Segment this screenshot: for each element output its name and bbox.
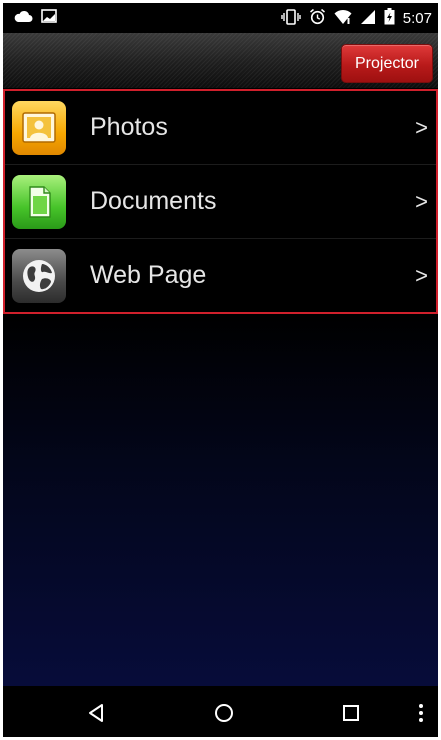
globe-icon <box>12 248 66 303</box>
chevron-right-icon: > <box>415 188 428 214</box>
image-icon <box>41 9 57 28</box>
menu-list: Photos > Documents > Web Page > <box>3 89 438 314</box>
menu-item-label: Photos <box>90 113 168 141</box>
recents-icon[interactable] <box>333 695 369 731</box>
photos-icon <box>12 100 66 155</box>
status-bar: 5:07 <box>3 3 438 33</box>
menu-item-web-page[interactable]: Web Page > <box>5 239 436 312</box>
wifi-icon <box>334 9 352 30</box>
action-bar: Projector <box>3 33 438 88</box>
menu-item-documents[interactable]: Documents > <box>5 165 436 239</box>
menu-item-label: Documents <box>90 187 217 215</box>
projector-button[interactable]: Projector <box>341 44 433 83</box>
navigation-bar <box>3 686 438 737</box>
chevron-right-icon: > <box>415 114 428 140</box>
signal-icon <box>360 9 376 30</box>
overflow-menu-icon[interactable] <box>403 695 438 731</box>
menu-item-photos[interactable]: Photos > <box>5 91 436 165</box>
battery-icon <box>384 8 395 30</box>
menu-item-label: Web Page <box>90 261 207 289</box>
status-time: 5:07 <box>402 10 432 27</box>
content-area <box>3 314 438 686</box>
cloud-icon <box>13 9 33 28</box>
alarm-icon <box>309 8 326 30</box>
vibrate-icon <box>281 8 301 30</box>
back-icon[interactable] <box>79 695 115 731</box>
chevron-right-icon: > <box>415 262 428 288</box>
home-icon[interactable] <box>206 695 242 731</box>
phone-screen: 5:07 Projector Photos > Documents > Web … <box>3 3 438 737</box>
document-icon <box>12 174 66 229</box>
